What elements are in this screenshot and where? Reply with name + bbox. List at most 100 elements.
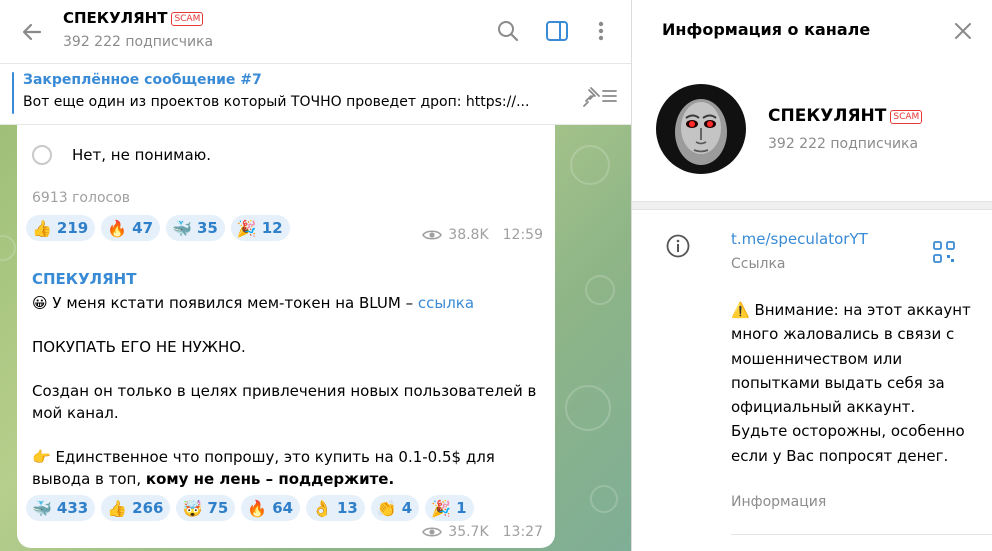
reaction-chip[interactable]: 🤯 75	[176, 495, 236, 521]
sidebar-toggle-icon[interactable]	[544, 18, 570, 44]
scam-badge: SCAM	[171, 12, 204, 26]
reaction-count: 47	[132, 219, 154, 237]
reaction-chip[interactable]: 👍 266	[101, 495, 171, 521]
unpin-list-icon[interactable]	[580, 84, 620, 108]
pinned-text: Вот еще один из проектов который ТОЧНО п…	[23, 94, 530, 110]
pinned-indicator	[12, 72, 14, 114]
pinned-message-bar[interactable]: Закреплённое сообщение #7 Вот еще один и…	[0, 64, 631, 125]
reaction-emoji: 👏	[376, 498, 397, 518]
background-doodle	[0, 235, 16, 261]
warning-caption: Информация	[731, 494, 827, 510]
reaction-emoji: 🤯	[182, 498, 203, 518]
message-text: У меня кстати появился мем-токен на BLUM…	[47, 294, 418, 312]
message-bold-text: кому не лень – поддержите.	[145, 470, 395, 488]
subscriber-count: 392 222 подписчика	[63, 34, 214, 50]
close-icon[interactable]	[950, 18, 976, 44]
reactions-bar: 👍 219 🔥 47 🐳 35 🎉 12	[26, 215, 290, 241]
message-line: 😀 У меня кстати появился мем-токен на BL…	[32, 292, 474, 314]
reaction-count: 1	[456, 499, 467, 517]
poll-vote-count: 6913 голосов	[32, 190, 131, 206]
background-doodle	[590, 485, 618, 513]
reaction-chip[interactable]: 🎉 12	[230, 215, 290, 241]
reaction-chip[interactable]: 🔥 64	[241, 495, 301, 521]
link-caption: Ссылка	[731, 256, 786, 272]
reaction-count: 13	[336, 499, 358, 517]
chat-column: СПЕКУЛЯНТ SCAM 392 222 подписчика Закрепл…	[0, 0, 631, 551]
qr-code-icon[interactable]	[932, 240, 956, 264]
reaction-count: 35	[196, 219, 218, 237]
background-doodle	[585, 275, 615, 305]
message-line: вывода в топ, кому не лень – поддержите.	[32, 468, 394, 490]
reaction-count: 75	[207, 499, 229, 517]
reaction-emoji: 👍	[107, 498, 128, 518]
message-meta: 35.7K 13:27	[422, 524, 543, 540]
channel-info-panel: Информация о канале СПЕКУЛЯНТ SCAM 392 22…	[631, 0, 992, 551]
message-line: 👉 Единственное что попрошу, это купить н…	[32, 446, 495, 468]
reaction-emoji: 🎉	[236, 218, 257, 238]
channel-link[interactable]: t.me/speculatorYT	[731, 230, 868, 248]
section-bottom-divider	[731, 534, 992, 535]
message-author[interactable]: СПЕКУЛЯНТ	[32, 270, 136, 288]
eye-icon	[422, 230, 443, 240]
message-meta: 38.8K 12:59	[422, 227, 543, 243]
info-icon	[666, 234, 690, 258]
reaction-emoji: 👌	[312, 498, 332, 518]
pinned-title: Закреплённое сообщение #7	[23, 72, 262, 88]
poll-option-text[interactable]: Нет, не понимаю.	[72, 146, 211, 164]
reaction-count: 219	[56, 219, 89, 237]
channel-avatar[interactable]	[656, 84, 746, 174]
reaction-chip[interactable]: 👍 219	[26, 215, 96, 241]
message-line: Создан он только в целях привлечения нов…	[32, 382, 537, 400]
reaction-emoji: 👍	[32, 218, 52, 238]
background-doodle	[570, 145, 610, 185]
poll-option-radio[interactable]	[32, 145, 52, 165]
reaction-chip[interactable]: 🔥 47	[101, 215, 161, 241]
reaction-count: 4	[401, 499, 413, 517]
message-link[interactable]: ссылка	[418, 294, 474, 312]
view-count: 38.8K	[448, 227, 489, 243]
reaction-count: 433	[56, 499, 89, 517]
message-bubble[interactable]: СПЕКУЛЯНТ 😀 У меня кстати появился мем-т…	[17, 260, 555, 548]
message-line: мой канал.	[32, 404, 119, 422]
background-doodle	[565, 385, 611, 431]
reaction-emoji: 🔥	[107, 218, 128, 238]
chat-header: СПЕКУЛЯНТ SCAM 392 222 подписчика	[0, 0, 631, 64]
reaction-emoji: 🐳	[32, 498, 52, 518]
info-subscriber-count: 392 222 подписчика	[768, 136, 919, 152]
grin-emoji: 😀	[32, 294, 48, 312]
info-channel-name: СПЕКУЛЯНТ	[768, 106, 887, 126]
reaction-count: 266	[132, 499, 164, 517]
message-time: 12:59	[502, 227, 543, 243]
telegram-window: СПЕКУЛЯНТ SCAM 392 222 подписчика Закрепл…	[0, 0, 992, 551]
more-vertical-icon[interactable]	[588, 18, 614, 44]
reaction-emoji: 🔥	[247, 498, 268, 518]
message-time: 13:27	[502, 524, 543, 540]
reaction-count: 12	[261, 219, 283, 237]
reaction-count: 64	[272, 499, 294, 517]
eye-icon	[422, 527, 443, 537]
reaction-chip[interactable]: 👏 4	[370, 495, 420, 521]
scam-badge: SCAM	[890, 110, 923, 124]
pointing-hand-emoji: 👉	[32, 448, 51, 466]
scam-warning-text: ⚠️ Внимание: на этот аккаунт много жалов…	[731, 301, 971, 465]
channel-name: СПЕКУЛЯНТ	[63, 9, 168, 27]
back-arrow-icon[interactable]	[18, 18, 46, 46]
reaction-chip[interactable]: 👌 13	[306, 495, 365, 521]
reaction-emoji: 🐳	[172, 218, 192, 238]
mask-face-image	[675, 99, 727, 165]
section-divider	[632, 201, 992, 210]
info-channel-title: СПЕКУЛЯНТ SCAM	[768, 106, 923, 126]
reaction-chip[interactable]: 🐳 433	[26, 495, 96, 521]
reaction-emoji: 🎉	[431, 498, 452, 518]
search-icon[interactable]	[495, 18, 521, 44]
channel-title[interactable]: СПЕКУЛЯНТ SCAM	[63, 9, 204, 27]
message-text: Единственное что попрошу, это купить на …	[50, 448, 495, 466]
reactions-bar: 🐳 433 👍 266 🤯 75 🔥 64 👌 13 👏 4 🎉 1	[26, 495, 474, 521]
reaction-chip[interactable]: 🐳 35	[166, 215, 225, 241]
message-text: вывода в топ,	[32, 470, 146, 488]
message-line: ПОКУПАТЬ ЕГО НЕ НУЖНО.	[32, 338, 246, 356]
view-count: 35.7K	[448, 524, 489, 540]
reaction-chip[interactable]: 🎉 1	[425, 495, 474, 521]
panel-title: Информация о канале	[662, 20, 871, 39]
chat-background[interactable]: Нет, не понимаю. 6913 голосов 👍 219 🔥 47 🐳…	[0, 125, 631, 551]
